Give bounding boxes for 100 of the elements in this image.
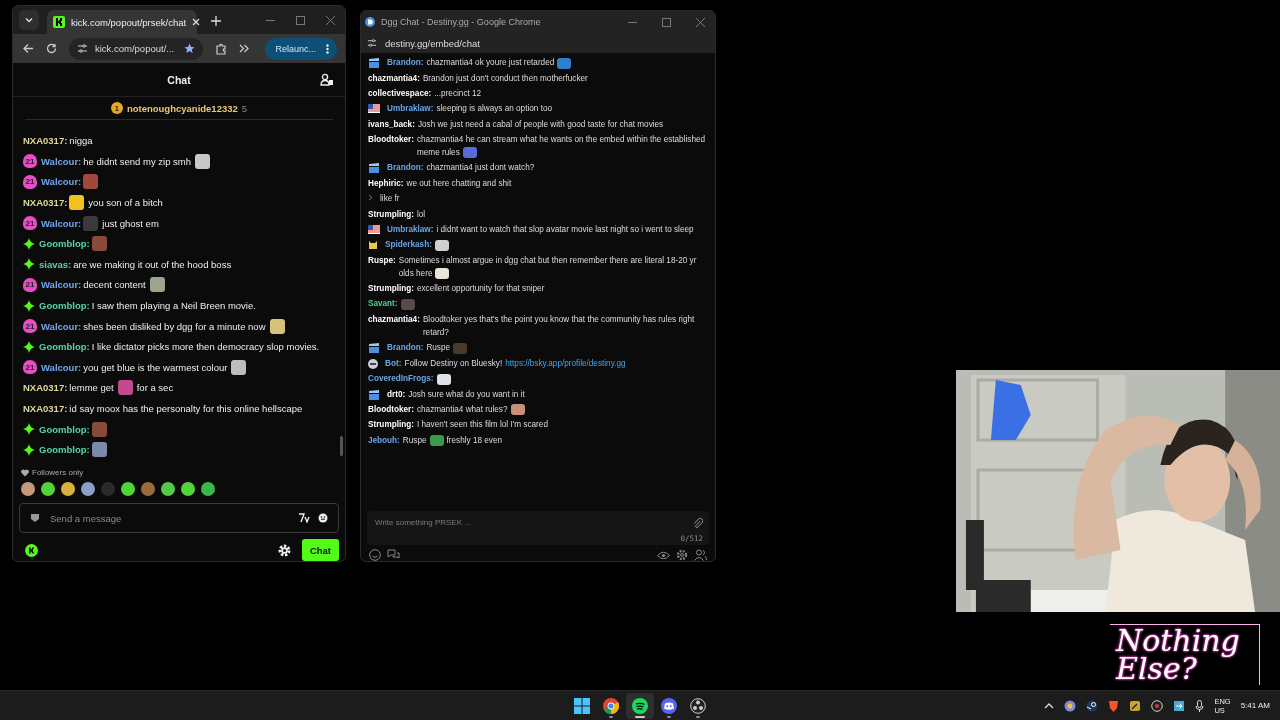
maximize-icon[interactable]: [296, 15, 305, 25]
username[interactable]: Spiderkash:: [385, 238, 432, 252]
username[interactable]: chazmantia4:: [368, 312, 420, 326]
username[interactable]: ivans_back:: [368, 117, 415, 131]
shield-icon: [30, 513, 40, 523]
username[interactable]: Strumpling:: [368, 282, 414, 296]
maximize-icon[interactable]: [662, 17, 671, 27]
caret-icon[interactable]: [1044, 702, 1055, 709]
game-controller-icon: [661, 697, 677, 714]
settings-icon[interactable]: [276, 542, 292, 558]
username[interactable]: drt0:: [387, 387, 406, 401]
username[interactable]: Strumpling:: [368, 418, 414, 432]
more-icon[interactable]: [326, 43, 329, 54]
address-text: destiny.gg/embed/chat: [385, 37, 480, 49]
username[interactable]: Bloodtoker:: [368, 133, 414, 147]
username[interactable]: Goomblop:: [39, 300, 90, 312]
emote-icon[interactable]: [161, 482, 175, 496]
sparkle-badge-icon: [23, 423, 35, 436]
users-icon[interactable]: [694, 549, 707, 561]
send-button[interactable]: Chat: [301, 539, 339, 561]
message-input[interactable]: Write something PRSEK ...: [373, 517, 681, 528]
message-text: I saw them playing a Neil Breen movie.: [91, 300, 256, 312]
tab-list-button[interactable]: [19, 10, 39, 30]
emote-icon[interactable]: [181, 482, 195, 496]
site-info-icon[interactable]: [367, 38, 377, 48]
username[interactable]: Brandon:: [387, 56, 424, 70]
message-text: i didnt want to watch that slop avatar movie last night so i went to sleep: [436, 224, 694, 234]
username[interactable]: Umbraklaw:: [387, 222, 434, 236]
username[interactable]: Goomblop:: [39, 423, 90, 435]
message-field[interactable]: Send a message: [19, 503, 339, 533]
back-icon[interactable]: [23, 43, 34, 54]
username[interactable]: Savant:: [368, 297, 398, 311]
username[interactable]: Ruspe:: [368, 253, 396, 267]
message-text: decent content: [83, 279, 146, 291]
reload-icon[interactable]: [46, 43, 57, 54]
username[interactable]: Bot:: [385, 356, 402, 370]
window-title: Dgg Chat - Destiny.gg - Google Chrome: [381, 17, 541, 27]
username[interactable]: NXA0317:: [23, 382, 68, 394]
username[interactable]: Jebouh:: [368, 433, 400, 447]
username[interactable]: Walcour:: [41, 155, 82, 167]
username[interactable]: Walcour:: [41, 279, 82, 291]
browser-icon: [603, 697, 619, 714]
username[interactable]: Goomblop:: [39, 444, 90, 456]
emote-icon[interactable]: [201, 482, 215, 496]
username[interactable]: notenoughcyanide12332: [126, 102, 238, 114]
username[interactable]: CoveredInFrogs:: [368, 372, 434, 386]
username[interactable]: Walcour:: [41, 176, 82, 188]
star-icon[interactable]: [184, 43, 195, 54]
address-bar[interactable]: kick.com/popout/...: [69, 37, 203, 60]
username[interactable]: Umbraklaw:: [387, 102, 434, 116]
whispers-icon[interactable]: [387, 549, 400, 561]
username[interactable]: Walcour:: [41, 320, 82, 332]
username[interactable]: Strumpling:: [368, 207, 414, 221]
username[interactable]: collectivespace:: [368, 86, 432, 100]
relaunch-button[interactable]: Relaunc...: [265, 37, 337, 60]
emote-icon[interactable]: [41, 482, 55, 496]
eye-icon[interactable]: [657, 550, 670, 560]
gift-count: 5: [241, 102, 248, 114]
emote-icon[interactable]: [81, 482, 95, 496]
clock[interactable]: 5:41 AM: [1240, 701, 1270, 710]
username[interactable]: Goomblop:: [39, 238, 90, 250]
cat-face-icon: [368, 240, 378, 251]
username[interactable]: Goomblop:: [39, 341, 90, 353]
emote-icon[interactable]: [141, 482, 155, 496]
browser-tab[interactable]: kick.com/popout/prsek/chat: [47, 10, 197, 34]
emote-icon[interactable]: [121, 482, 135, 496]
username[interactable]: Walcour:: [41, 217, 82, 229]
taskbar-button[interactable]: [626, 692, 654, 719]
message-text: lol: [416, 209, 426, 219]
username[interactable]: Brandon:: [387, 161, 424, 175]
emoji-icon[interactable]: [318, 513, 328, 523]
link[interactable]: https://bsky.app/profile/destiny.gg: [505, 356, 626, 370]
username[interactable]: Brandon:: [387, 341, 424, 355]
username[interactable]: NXA0317:: [23, 135, 68, 147]
username[interactable]: NXA0317:: [23, 197, 68, 209]
translate-icon[interactable]: [298, 513, 310, 523]
username[interactable]: siavas:: [39, 258, 72, 270]
microphone-icon[interactable]: [1195, 699, 1205, 712]
user-settings-icon[interactable]: [320, 73, 333, 86]
site-info-icon[interactable]: [77, 43, 88, 54]
new-tab-icon[interactable]: [211, 16, 221, 26]
paperclip-icon[interactable]: [693, 518, 703, 529]
username[interactable]: Hephiric:: [368, 176, 404, 190]
emote-icon[interactable]: [21, 482, 35, 496]
username[interactable]: NXA0317:: [23, 403, 68, 414]
chevron-down-icon[interactable]: [24, 15, 34, 25]
tray-app-icon[interactable]: [1173, 699, 1186, 712]
username[interactable]: chazmantia4:: [368, 71, 420, 85]
message-text: for a sec: [136, 382, 174, 394]
pencil-icon[interactable]: [1129, 699, 1142, 712]
emote-icon[interactable]: [61, 482, 75, 496]
kick-logo-icon[interactable]: [25, 543, 38, 557]
message-input[interactable]: Send a message: [48, 511, 290, 525]
chevrons-icon[interactable]: [239, 43, 250, 54]
tray-app-icon[interactable]: [1064, 699, 1077, 712]
clapperboard-icon: [368, 389, 380, 400]
quote-marker-icon: [368, 194, 373, 202]
extensions-icon[interactable]: [215, 42, 227, 55]
username[interactable]: Walcour:: [41, 361, 82, 373]
username[interactable]: Bloodtoker:: [368, 403, 414, 416]
